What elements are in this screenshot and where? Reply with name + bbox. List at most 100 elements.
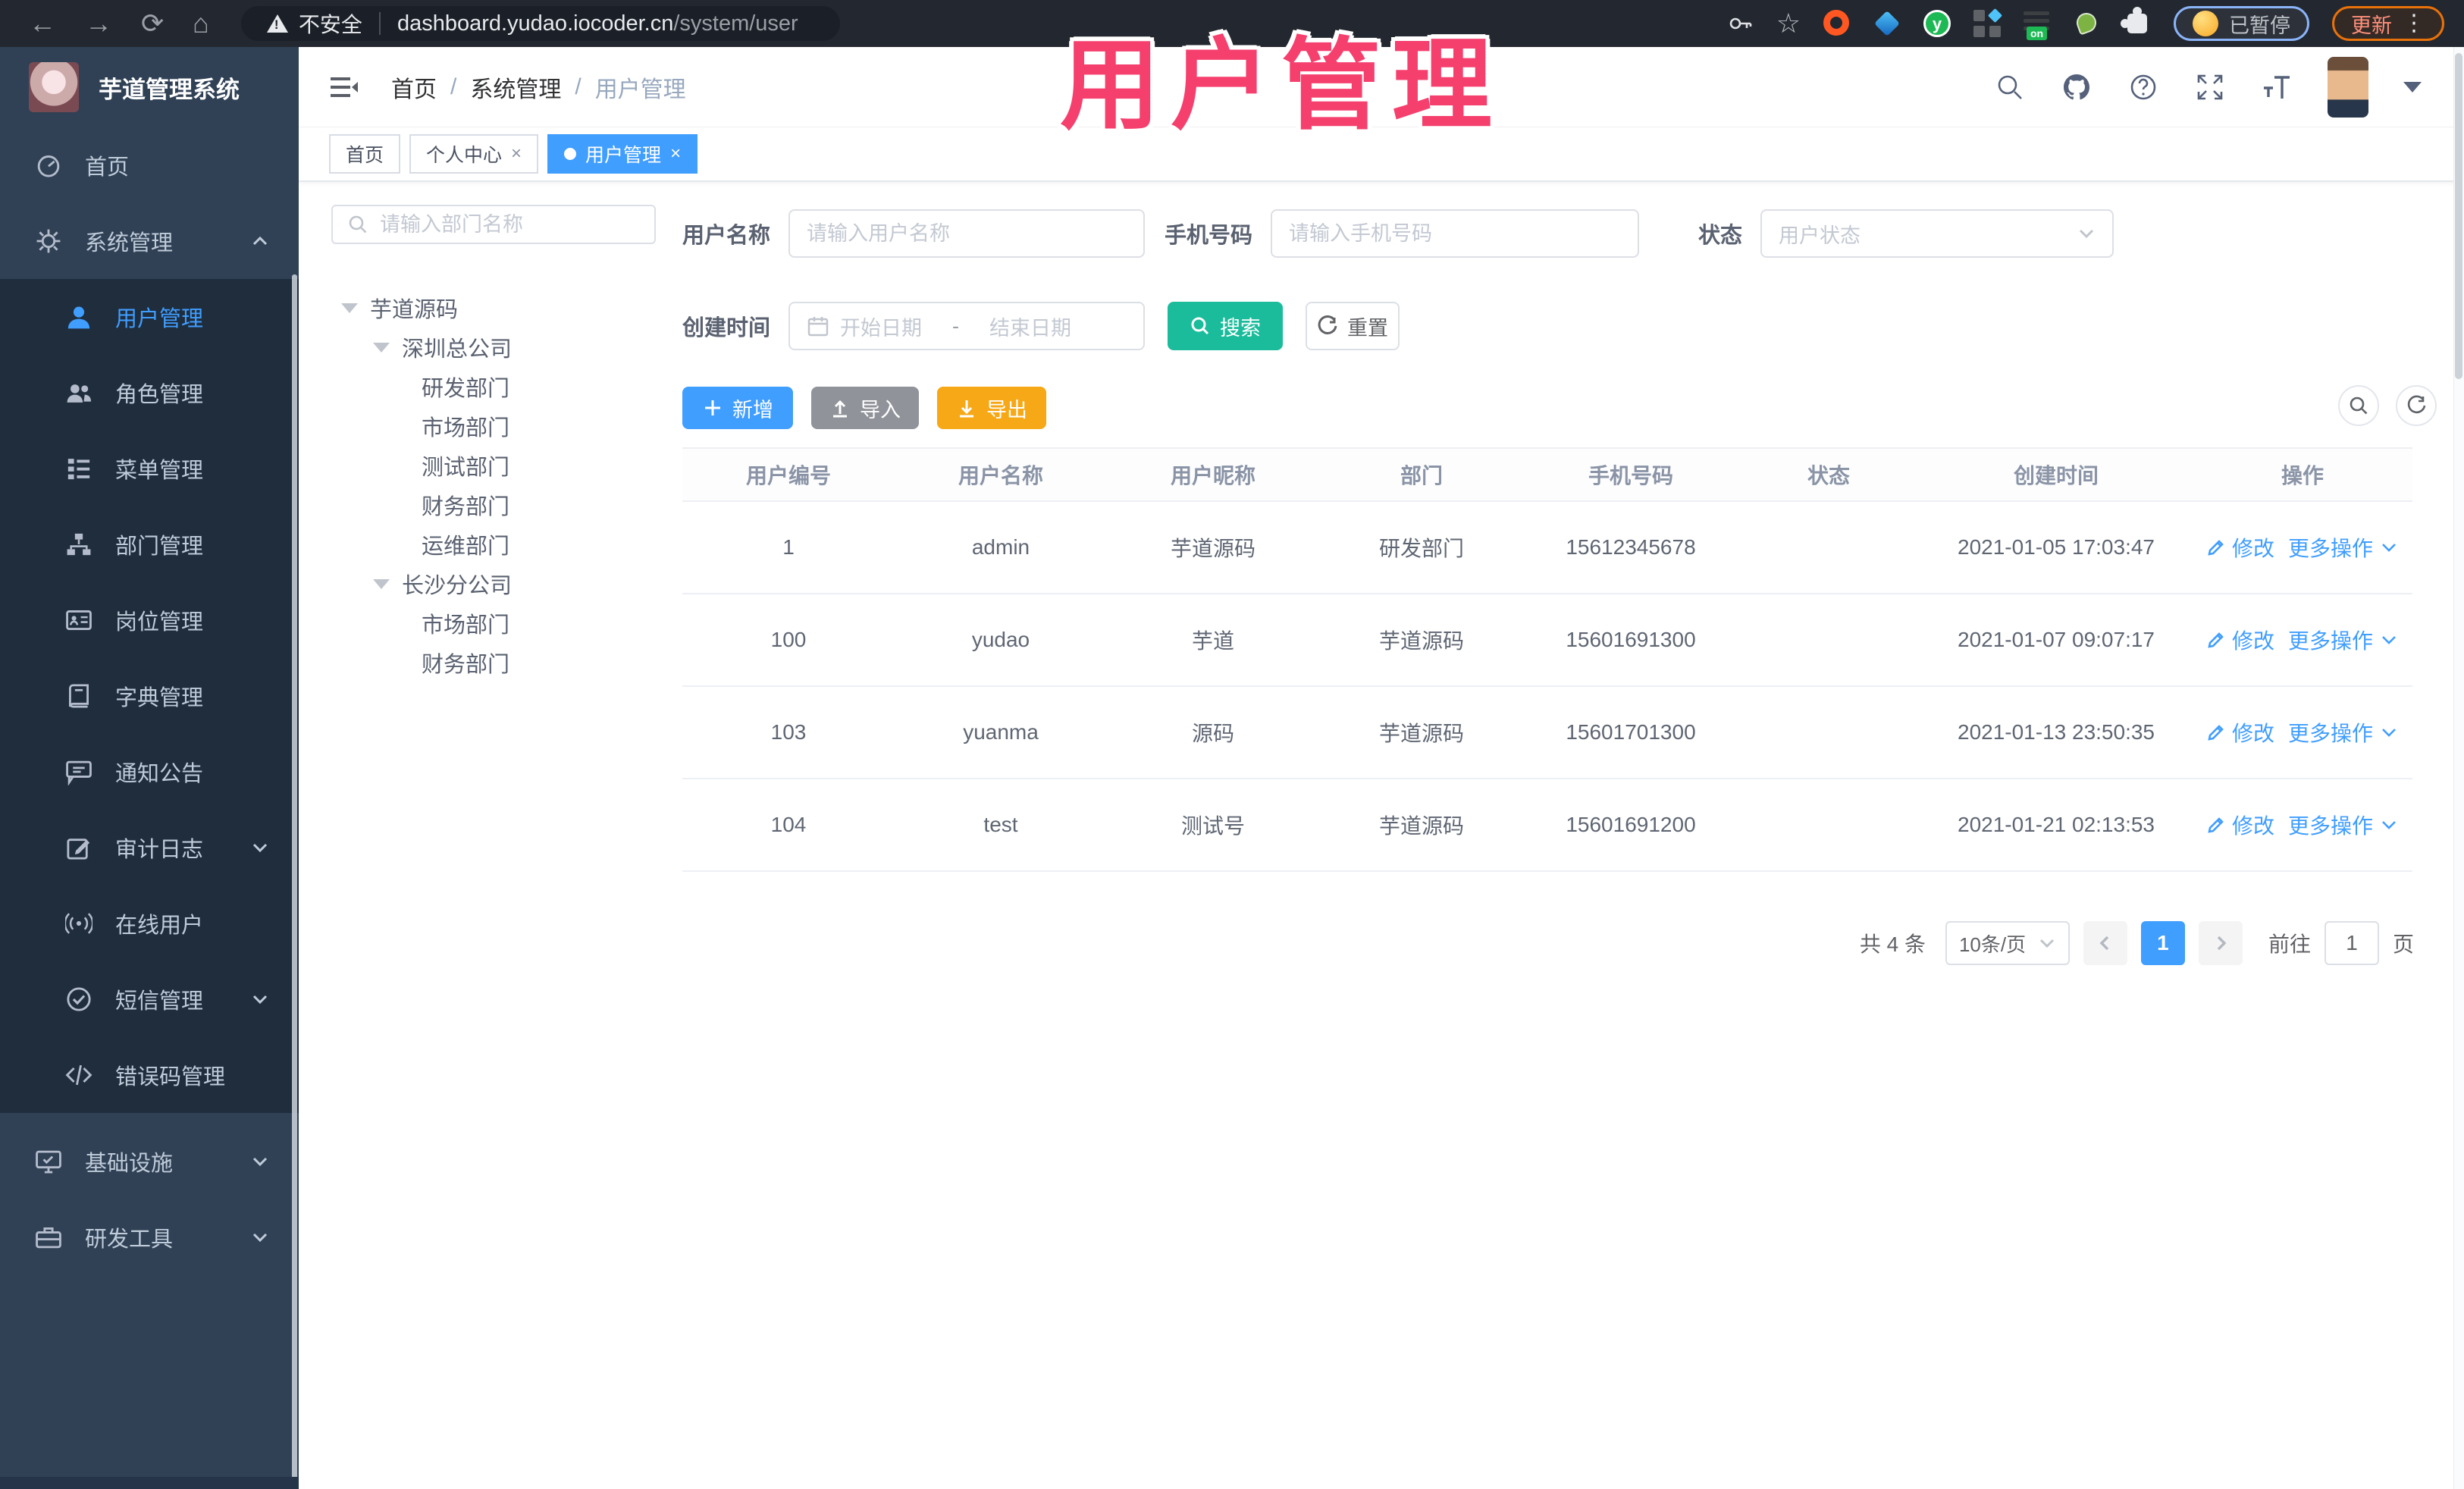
mobile-input[interactable]	[1289, 221, 1622, 246]
tree-node[interactable]: 财务部门	[314, 485, 670, 525]
caret-down-icon[interactable]	[2403, 81, 2422, 92]
tab-home[interactable]: 首页	[329, 134, 401, 174]
extension-grid-icon[interactable]	[1973, 8, 2003, 37]
reset-button[interactable]: 重置	[1306, 302, 1400, 350]
sidebar-scrollbar[interactable]	[292, 274, 297, 1489]
chevron-down-icon	[2079, 229, 2094, 239]
kebab-menu-icon[interactable]: ⋮	[2403, 12, 2425, 35]
date-range-picker[interactable]: 开始日期 - 结束日期	[788, 302, 1146, 350]
sidebar-item-sms-mgmt[interactable]: 短信管理	[0, 961, 299, 1037]
hamburger-icon[interactable]	[328, 71, 361, 104]
tree-node[interactable]: 芋道源码	[314, 288, 670, 328]
edit-link[interactable]: 修改	[2206, 625, 2274, 655]
sidebar-item-dept-mgmt[interactable]: 部门管理	[0, 506, 299, 582]
more-actions-link[interactable]: 更多操作	[2288, 625, 2399, 655]
username-field[interactable]	[788, 209, 1146, 258]
tree-caret-icon[interactable]	[373, 342, 390, 353]
sidebar-item-home[interactable]: 首页	[0, 127, 299, 203]
tree-node[interactable]: 市场部门	[314, 406, 670, 446]
reload-icon[interactable]: ⟳	[141, 0, 164, 47]
sidebar-item-dict-mgmt[interactable]: 字典管理	[0, 658, 299, 734]
sidebar-item-menu-mgmt[interactable]: 菜单管理	[0, 431, 299, 506]
sidebar-item-system[interactable]: 系统管理	[0, 203, 299, 279]
goto-page-input[interactable]	[2324, 921, 2379, 965]
sidebar-item-errcode-mgmt[interactable]: 错误码管理	[0, 1037, 299, 1113]
font-size-icon[interactable]	[2261, 71, 2293, 103]
back-icon[interactable]: ←	[29, 0, 56, 47]
sidebar-item-user-mgmt[interactable]: 用户管理	[0, 279, 299, 355]
extension-orange-icon[interactable]	[1823, 10, 1851, 37]
bookmark-star-icon[interactable]: ☆	[1776, 10, 1801, 37]
current-page-button[interactable]: 1	[2140, 921, 2185, 965]
tree-caret-icon[interactable]	[341, 303, 358, 313]
sidebar-item-online-users[interactable]: 在线用户	[0, 886, 299, 961]
fullscreen-icon[interactable]	[2194, 71, 2226, 103]
sidebar-item-label: 用户管理	[115, 307, 204, 331]
tab-user-mgmt[interactable]: 用户管理 ×	[547, 134, 698, 174]
logo-row[interactable]: 芋道管理系统	[0, 47, 299, 127]
prev-page-button[interactable]	[2083, 921, 2127, 965]
extension-blue-drop-icon[interactable]	[1873, 10, 1901, 37]
extension-tampermonkey-icon[interactable]: on	[2024, 10, 2051, 40]
mobile-field[interactable]	[1271, 209, 1640, 258]
edit-link[interactable]: 修改	[2206, 532, 2274, 563]
export-button[interactable]: 导出	[937, 387, 1046, 429]
search-button-label: 搜索	[1220, 316, 1262, 340]
tree-node[interactable]: 深圳总公司	[314, 328, 670, 367]
page-scrollbar[interactable]	[2453, 47, 2464, 1489]
home-icon[interactable]: ⌂	[193, 0, 209, 47]
tab-profile[interactable]: 个人中心 ×	[409, 134, 539, 174]
more-actions-link[interactable]: 更多操作	[2288, 532, 2399, 563]
tree-node[interactable]: 市场部门	[314, 603, 670, 643]
tree-node[interactable]: 运维部门	[314, 525, 670, 564]
github-icon[interactable]	[2061, 71, 2093, 103]
sidebar-item-audit-log[interactable]: 审计日志	[0, 810, 299, 886]
more-actions-link[interactable]: 更多操作	[2288, 717, 2399, 748]
search-button[interactable]: 搜索	[1168, 302, 1284, 350]
extension-green-y-icon[interactable]: y	[1923, 10, 1951, 37]
close-icon[interactable]: ×	[670, 143, 681, 165]
cell-dept: 芋道源码	[1378, 629, 1464, 653]
mobile-label: 手机号码	[1165, 224, 1253, 248]
sidebar-item-infra[interactable]: 基础设施	[0, 1124, 299, 1199]
close-icon[interactable]: ×	[511, 143, 522, 165]
tree-node[interactable]: 财务部门	[314, 643, 670, 682]
scrollbar-thumb[interactable]	[2455, 53, 2462, 379]
show-search-button[interactable]	[2338, 385, 2379, 426]
extensions-puzzle-icon[interactable]	[2121, 7, 2151, 37]
import-button[interactable]: 导入	[811, 387, 919, 429]
sidebar-item-role-mgmt[interactable]: 角色管理	[0, 355, 299, 431]
dept-search-box[interactable]	[331, 205, 656, 244]
breadcrumb-system[interactable]: 系统管理	[470, 71, 561, 104]
sidebar-item-notice[interactable]: 通知公告	[0, 734, 299, 810]
sidebar-item-post-mgmt[interactable]: 岗位管理	[0, 582, 299, 658]
edit-link[interactable]: 修改	[2206, 810, 2274, 840]
help-icon[interactable]	[2127, 71, 2159, 103]
search-icon[interactable]	[1994, 71, 2026, 103]
address-bar[interactable]: 不安全 dashboard.yudao.iocoder.cn /system/u…	[240, 6, 840, 41]
sidebar-item-dev-tools[interactable]: 研发工具	[0, 1199, 299, 1275]
cell-mobile: 15601691200	[1566, 813, 1696, 836]
dept-search-input[interactable]	[380, 212, 641, 237]
profile-paused-badge[interactable]: 已暂停	[2174, 6, 2309, 41]
username-input[interactable]	[807, 221, 1127, 246]
chrome-update-button[interactable]: 更新 ⋮	[2332, 6, 2444, 41]
tree-node[interactable]: 测试部门	[314, 446, 670, 485]
breadcrumb-home[interactable]: 首页	[391, 71, 437, 104]
page-size-select[interactable]: 10条/页	[1945, 921, 2070, 965]
tree-caret-icon[interactable]	[373, 578, 390, 589]
tree-node[interactable]: 长沙分公司	[314, 564, 670, 603]
cell-username: yudao	[971, 628, 1030, 651]
key-icon[interactable]	[1726, 10, 1754, 37]
user-avatar[interactable]	[2328, 56, 2368, 118]
status-select[interactable]: 用户状态	[1760, 209, 2114, 258]
add-button[interactable]: 新增	[682, 387, 793, 429]
next-page-button[interactable]	[2198, 921, 2243, 965]
edit-link[interactable]: 修改	[2206, 717, 2274, 748]
refresh-table-button[interactable]	[2396, 385, 2437, 426]
forward-icon[interactable]: →	[85, 0, 112, 47]
more-actions-link[interactable]: 更多操作	[2288, 810, 2399, 840]
col-status: 状态	[1807, 464, 1850, 487]
extension-tadpole-icon[interactable]	[2074, 10, 2101, 37]
tree-node[interactable]: 研发部门	[314, 367, 670, 406]
